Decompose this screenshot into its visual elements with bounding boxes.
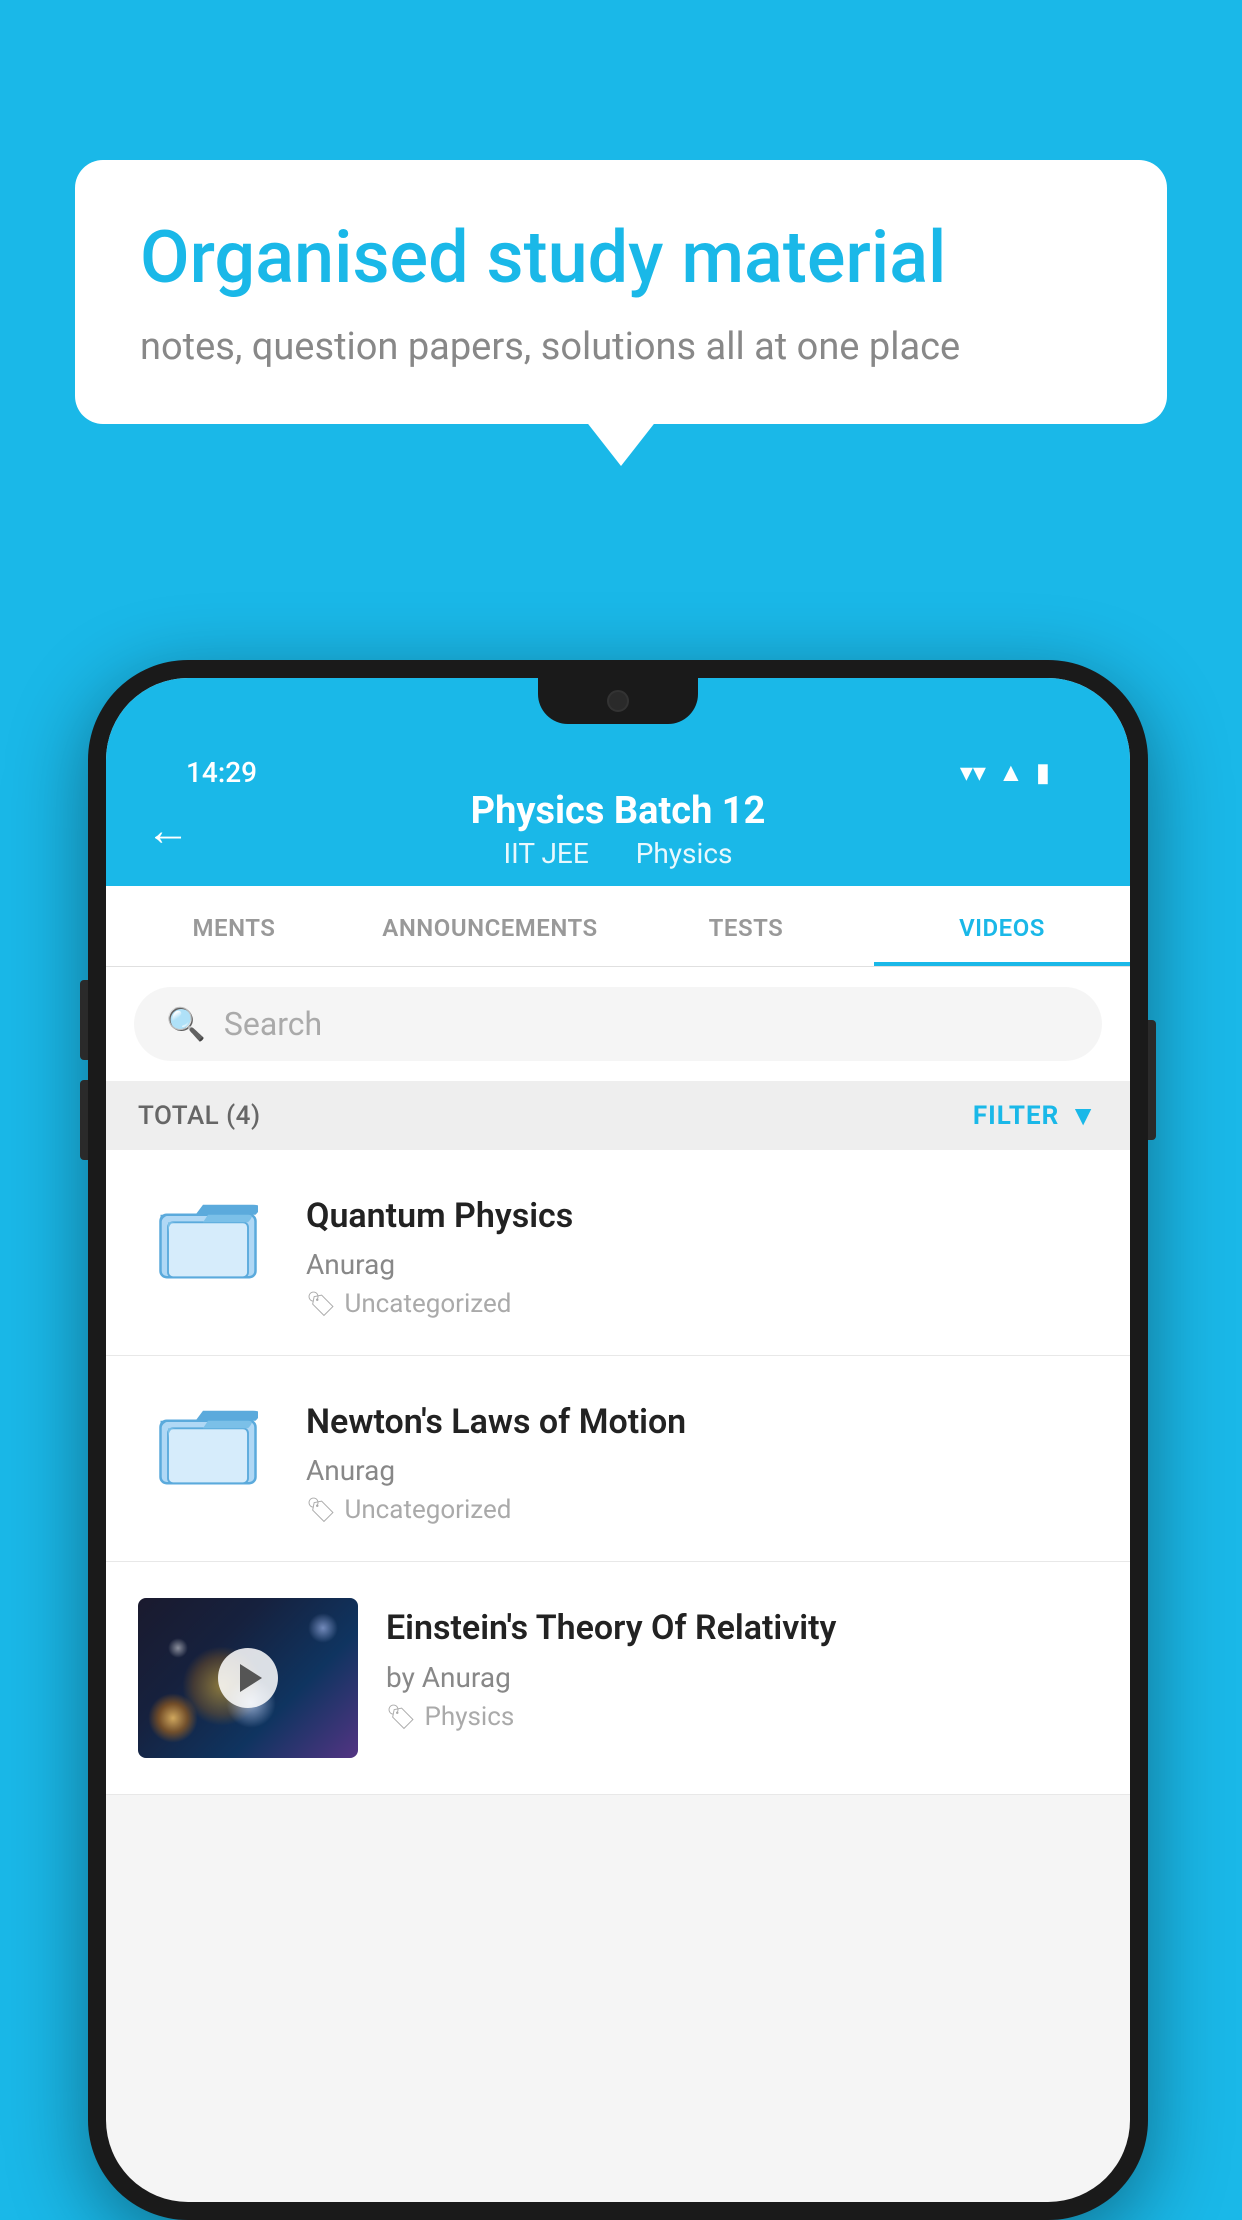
item-thumbnail-2 <box>138 1392 278 1492</box>
screen-title: Physics Batch 12 <box>471 789 766 833</box>
item-thumbnail-1 <box>138 1186 278 1286</box>
search-bar[interactable]: 🔍 Search <box>134 987 1102 1061</box>
video-tag-2: 🏷 Uncategorized <box>306 1495 1098 1525</box>
volume-up-button <box>80 980 88 1060</box>
tag-icon-2: 🏷 <box>306 1496 336 1524</box>
search-bar-container: 🔍 Search <box>106 967 1130 1081</box>
play-button[interactable] <box>218 1648 278 1708</box>
status-icons: ▾▾ ▲ ▮ <box>960 757 1050 788</box>
filter-label: FILTER <box>973 1101 1059 1131</box>
video-info-1: Quantum Physics Anurag 🏷 Uncategorized <box>306 1186 1098 1319</box>
status-time: 14:29 <box>186 756 257 789</box>
tab-announcements[interactable]: ANNOUNCEMENTS <box>362 886 618 966</box>
tag-label-3: Physics <box>424 1702 514 1732</box>
front-camera <box>607 690 629 712</box>
video-info-3: Einstein's Theory Of Relativity by Anura… <box>386 1598 1098 1731</box>
list-item[interactable]: Newton's Laws of Motion Anurag 🏷 Uncateg… <box>106 1356 1130 1562</box>
video-info-2: Newton's Laws of Motion Anurag 🏷 Uncateg… <box>306 1392 1098 1525</box>
video-author-1: Anurag <box>306 1248 1098 1281</box>
list-item[interactable]: Einstein's Theory Of Relativity by Anura… <box>106 1562 1130 1795</box>
folder-icon <box>158 1397 258 1487</box>
play-icon <box>240 1664 262 1692</box>
einstein-thumbnail <box>138 1598 358 1758</box>
video-tag-1: 🏷 Uncategorized <box>306 1289 1098 1319</box>
video-tag-3: 🏷 Physics <box>386 1702 1098 1732</box>
total-count: TOTAL (4) <box>138 1101 261 1131</box>
tag-label-1: Uncategorized <box>344 1289 511 1319</box>
speech-bubble-container: Organised study material notes, question… <box>75 160 1167 424</box>
tag-icon-3: 🏷 <box>386 1703 416 1731</box>
video-author-2: Anurag <box>306 1454 1098 1487</box>
app-header-top: ← Physics Batch 12 IIT JEE Physics <box>146 789 1090 886</box>
battery-icon: ▮ <box>1036 758 1050 788</box>
video-title-1: Quantum Physics <box>306 1194 1098 1238</box>
filter-bar: TOTAL (4) FILTER ▼ <box>106 1081 1130 1150</box>
search-icon: 🔍 <box>166 1005 206 1043</box>
header-title-block: Physics Batch 12 IIT JEE Physics <box>471 789 766 870</box>
wifi-icon: ▾▾ <box>960 758 986 788</box>
phone-device: 14:29 ▾▾ ▲ ▮ ← Physics Batch 12 IIT JEE <box>88 660 1148 2220</box>
screen-subtitle: IIT JEE Physics <box>471 837 766 870</box>
folder-icon <box>158 1191 258 1281</box>
tag-icon-1: 🏷 <box>306 1290 336 1318</box>
speech-bubble: Organised study material notes, question… <box>75 160 1167 424</box>
search-placeholder: Search <box>224 1005 322 1043</box>
video-list: Quantum Physics Anurag 🏷 Uncategorized <box>106 1150 1130 1795</box>
bubble-subtitle: notes, question papers, solutions all at… <box>140 325 1102 369</box>
signal-icon: ▲ <box>998 757 1024 788</box>
back-button[interactable]: ← <box>146 804 190 856</box>
filter-button[interactable]: FILTER ▼ <box>973 1099 1098 1132</box>
phone-notch <box>538 678 698 724</box>
list-item[interactable]: Quantum Physics Anurag 🏷 Uncategorized <box>106 1150 1130 1356</box>
tag-label-2: Uncategorized <box>344 1495 511 1525</box>
tab-tests[interactable]: TESTS <box>618 886 874 966</box>
video-author-3: by Anurag <box>386 1661 1098 1694</box>
filter-icon: ▼ <box>1069 1099 1098 1132</box>
video-title-2: Newton's Laws of Motion <box>306 1400 1098 1444</box>
tab-videos[interactable]: VIDEOS <box>874 886 1130 966</box>
subtitle-physics: Physics <box>636 837 733 870</box>
power-button <box>1148 1020 1156 1140</box>
tabs-bar: MENTS ANNOUNCEMENTS TESTS VIDEOS <box>106 886 1130 967</box>
bubble-title: Organised study material <box>140 215 1102 301</box>
tab-ments[interactable]: MENTS <box>106 886 362 966</box>
video-title-3: Einstein's Theory Of Relativity <box>386 1606 1098 1650</box>
phone-screen: 14:29 ▾▾ ▲ ▮ ← Physics Batch 12 IIT JEE <box>106 678 1130 2202</box>
volume-down-button <box>80 1080 88 1160</box>
subtitle-iitjee: IIT JEE <box>504 837 589 870</box>
